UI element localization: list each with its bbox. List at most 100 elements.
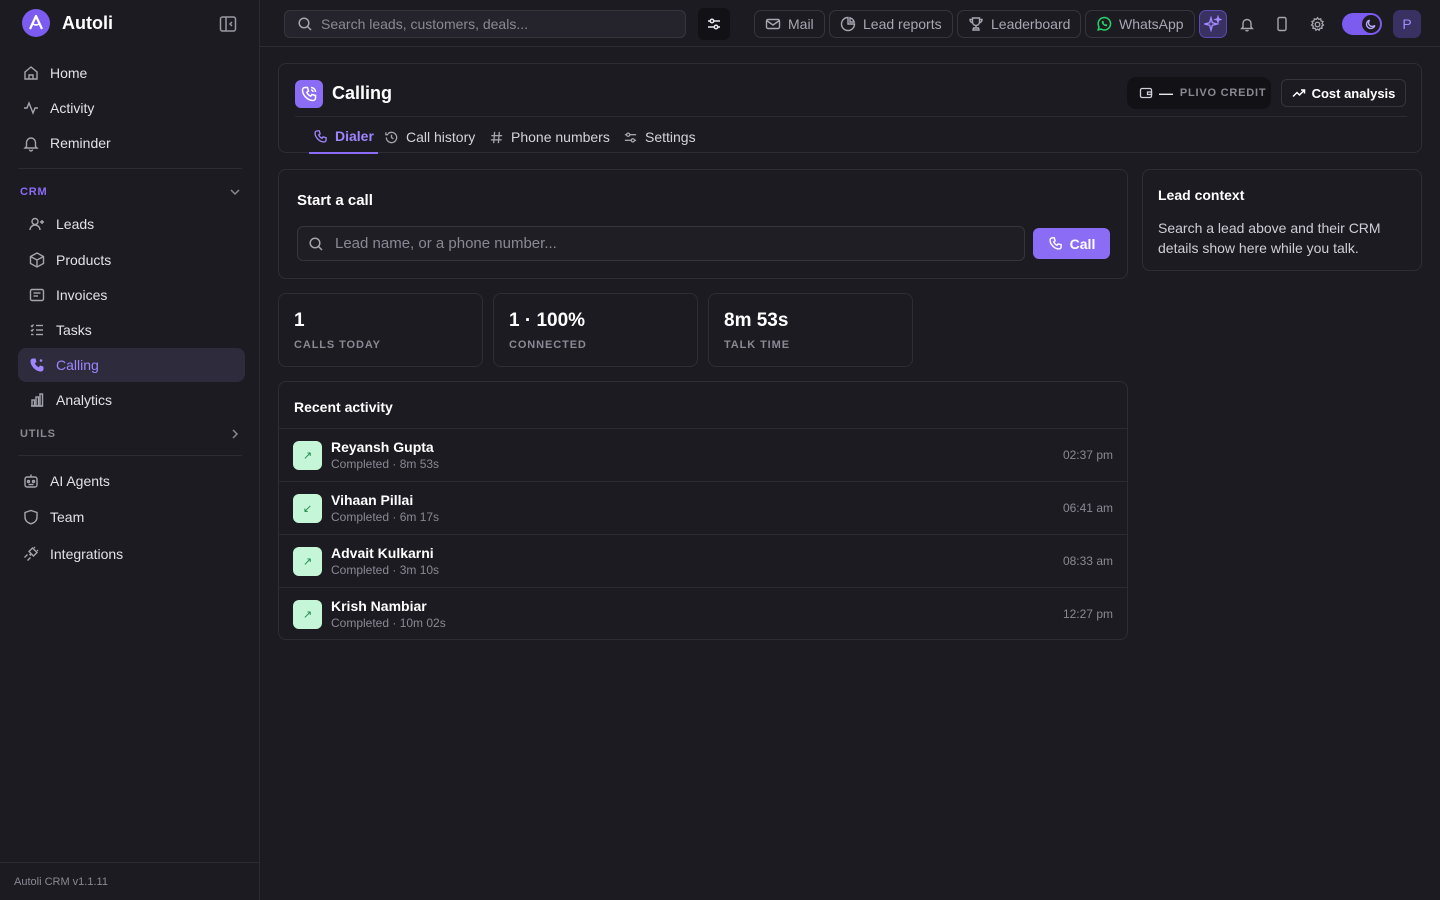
sidebar-collapse-icon[interactable] (218, 14, 238, 34)
lead-reports-label: Lead reports (863, 16, 942, 32)
mail-icon (765, 18, 781, 30)
whatsapp-label: WhatsApp (1119, 16, 1184, 32)
section-crm-label: CRM (20, 186, 48, 198)
sidebar-item-label: Tasks (56, 322, 92, 338)
sidebar-item-label: Calling (56, 357, 99, 373)
activity-icon (24, 101, 38, 115)
sidebar-item-label: Products (56, 252, 112, 268)
sidebar-item-ai-agents[interactable]: AI Agents (18, 464, 245, 498)
filter-button[interactable] (698, 8, 730, 40)
whatsapp-icon (1097, 16, 1112, 31)
list-item[interactable]: ↗ Reyansh Gupta Completed · 8m 53s 02:37… (279, 428, 1127, 481)
tab-dialer[interactable]: Dialer (309, 120, 378, 154)
stat-value: 1 (294, 310, 305, 331)
sidebar-item-label: Home (50, 65, 88, 81)
tab-label: Dialer (335, 128, 374, 144)
cost-analysis-button[interactable]: Cost analysis (1281, 79, 1406, 107)
bell-icon (23, 137, 39, 152)
call-time: 12:27 pm (1062, 607, 1113, 621)
call-status: Completed · 8m 53s (331, 457, 440, 471)
pie-chart-icon (840, 16, 856, 32)
recent-activity-title: Recent activity (294, 399, 393, 415)
call-status: Completed · 3m 10s (331, 563, 440, 577)
lead-context-description: Search a lead above and their CRM detail… (1158, 220, 1381, 256)
brand-name: Autoli (62, 12, 113, 33)
stat-value: 1 · 100% (509, 310, 586, 331)
tab-label: Call history (406, 129, 476, 145)
stat-calls-today: 1 CALLS TODAY (278, 293, 483, 367)
list-icon (30, 324, 43, 336)
stat-label: CALLS TODAY (294, 339, 381, 351)
list-item[interactable]: ↗ Krish Nambiar Completed · 10m 02s 12:2… (279, 587, 1127, 640)
mobile-button[interactable] (1268, 10, 1296, 38)
lead-context-card: Lead context Search a lead above and the… (1142, 169, 1422, 271)
outgoing-call-icon: ↗ (293, 441, 322, 470)
theme-toggle[interactable] (1342, 13, 1382, 35)
chevron-right-icon (232, 429, 239, 439)
whatsapp-button[interactable]: WhatsApp (1085, 10, 1195, 38)
robot-icon (24, 474, 38, 488)
gear-icon (1310, 16, 1324, 31)
sidebar-item-label: Activity (50, 100, 95, 116)
sparkles-icon (1204, 15, 1222, 33)
shield-icon (24, 509, 38, 525)
sidebar-item-leads[interactable]: Leads (18, 207, 245, 241)
call-time: 06:41 am (1062, 501, 1113, 515)
ai-assistant-button[interactable] (1199, 10, 1227, 38)
sidebar: Autoli Home Activity Reminder CRM Leads … (0, 0, 260, 900)
plug-icon (24, 546, 39, 561)
sidebar-item-team[interactable]: Team (18, 500, 245, 534)
sidebar-item-analytics[interactable]: Analytics (18, 383, 245, 417)
sidebar-item-products[interactable]: Products (18, 243, 245, 277)
tab-settings[interactable]: Settings (623, 120, 696, 154)
global-search-input[interactable]: Search leads, customers, deals... (284, 10, 686, 38)
sidebar-item-home[interactable]: Home (18, 56, 245, 90)
sidebar-item-integrations[interactable]: Integrations (18, 537, 245, 571)
outgoing-call-icon: ↗ (293, 600, 322, 629)
invoice-icon (29, 288, 45, 302)
sidebar-item-activity[interactable]: Activity (18, 91, 245, 125)
settings-button[interactable] (1303, 10, 1331, 38)
mail-button[interactable]: Mail (754, 10, 825, 38)
user-avatar[interactable]: P (1393, 10, 1421, 38)
hash-icon (490, 131, 503, 143)
header-divider (295, 116, 1407, 117)
lead-reports-button[interactable]: Lead reports (829, 10, 953, 38)
call-button[interactable]: Call (1033, 228, 1110, 259)
call-status: Completed · 10m 02s (331, 616, 446, 630)
trophy-icon (969, 17, 983, 31)
chevron-down-icon (230, 189, 240, 196)
tab-call-history[interactable]: Call history (384, 120, 475, 154)
sidebar-item-label: Team (50, 509, 85, 525)
cost-analysis-label: Cost analysis (1311, 85, 1396, 101)
list-item[interactable]: ↙ Vihaan Pillai Completed · 6m 17s 06:41… (279, 481, 1127, 534)
outgoing-call-icon: ↗ (293, 547, 322, 576)
credit-value: — (1159, 85, 1174, 101)
leaderboard-button[interactable]: Leaderboard (957, 10, 1082, 38)
sidebar-divider (18, 168, 242, 169)
trending-up-icon (1292, 89, 1305, 98)
page-header: Calling — PLIVO CREDIT Cost analysis Dia… (278, 63, 1422, 154)
phone-icon (1049, 237, 1062, 250)
sidebar-item-reminder[interactable]: Reminder (18, 126, 245, 160)
home-icon (24, 66, 38, 80)
section-utils[interactable]: UTILS (20, 425, 242, 443)
users-icon (29, 217, 44, 231)
sidebar-item-tasks[interactable]: Tasks (18, 313, 245, 347)
notifications-button[interactable] (1233, 10, 1261, 38)
plivo-credit-badge[interactable]: — PLIVO CREDIT (1127, 77, 1271, 109)
page-title: Calling (332, 83, 393, 103)
brand[interactable]: Autoli (22, 9, 113, 37)
dialer-card: Start a call Lead name, or a phone numbe… (278, 169, 1128, 279)
sidebar-item-invoices[interactable]: Invoices (18, 278, 245, 312)
tab-phone-numbers[interactable]: Phone numbers (489, 120, 610, 154)
sliders-icon (624, 131, 637, 143)
moon-icon (1362, 15, 1380, 33)
sidebar-item-calling[interactable]: Calling (18, 348, 245, 382)
tab-label: Settings (645, 129, 696, 145)
bar-chart-icon (31, 393, 44, 407)
section-crm[interactable]: CRM (20, 183, 242, 201)
sidebar-item-label: Leads (56, 216, 95, 232)
list-item[interactable]: ↗ Advait Kulkarni Completed · 3m 10s 08:… (279, 534, 1127, 587)
dialer-input[interactable]: Lead name, or a phone number... (297, 226, 1025, 261)
